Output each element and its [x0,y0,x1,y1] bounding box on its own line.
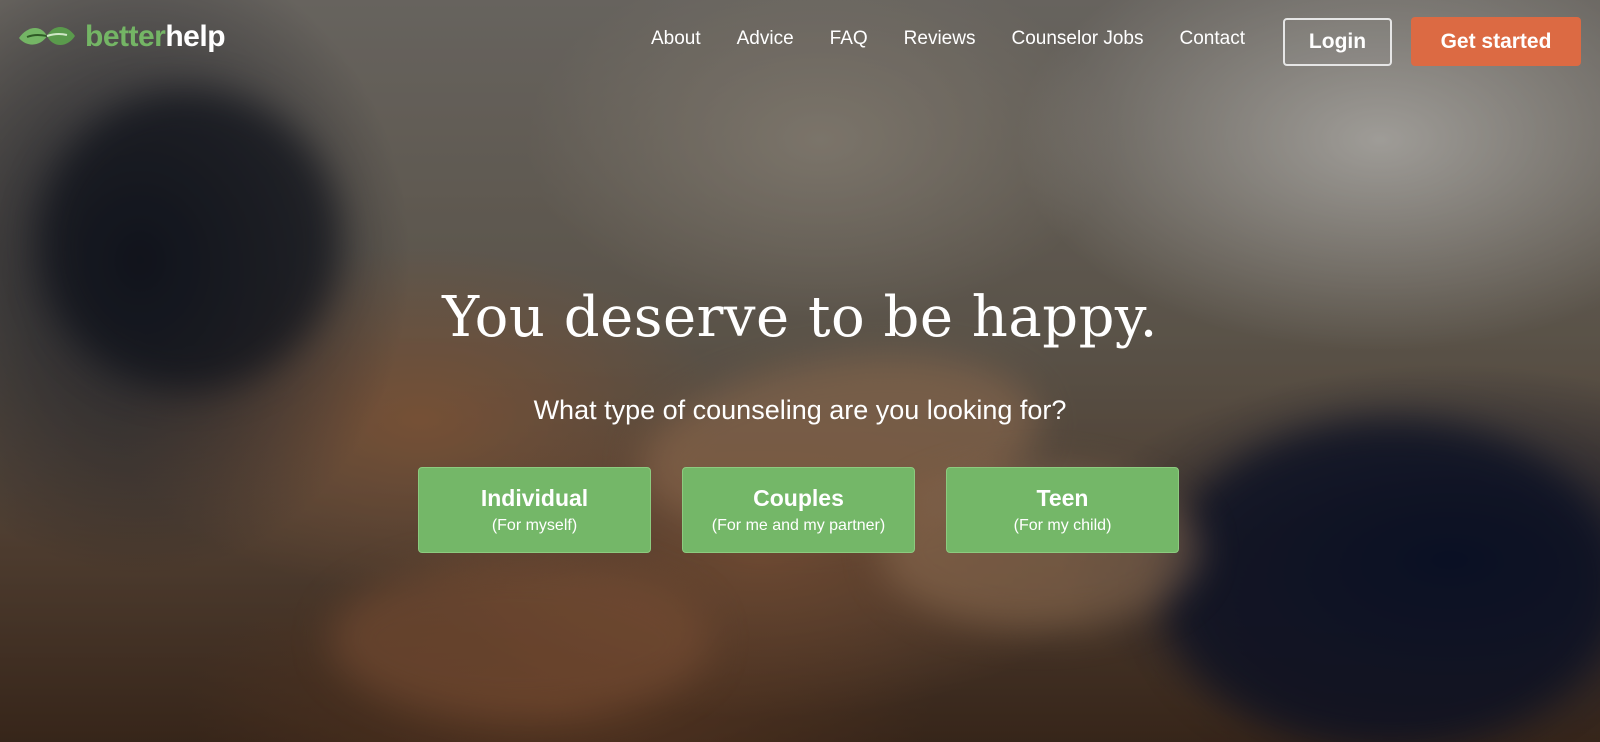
choice-subtitle: (For my child) [1013,517,1112,534]
choice-title: Teen [1036,485,1089,511]
choice-subtitle: (For myself) [491,517,578,534]
couples-button[interactable]: Couples (For me and my partner) [682,467,915,553]
counseling-type-choices: Individual (For myself) Couples (For me … [418,467,1179,553]
choice-title: Couples [753,485,844,511]
hero-subheadline: What type of counseling are you looking … [533,395,1067,425]
hero-section: You deserve to be happy. What type of co… [0,0,1600,742]
choice-subtitle: (For me and my partner) [711,517,886,534]
choice-title: Individual [480,485,589,511]
teen-button[interactable]: Teen (For my child) [946,467,1179,553]
hero-headline: You deserve to be happy. [442,285,1158,350]
individual-button[interactable]: Individual (For myself) [418,467,651,553]
